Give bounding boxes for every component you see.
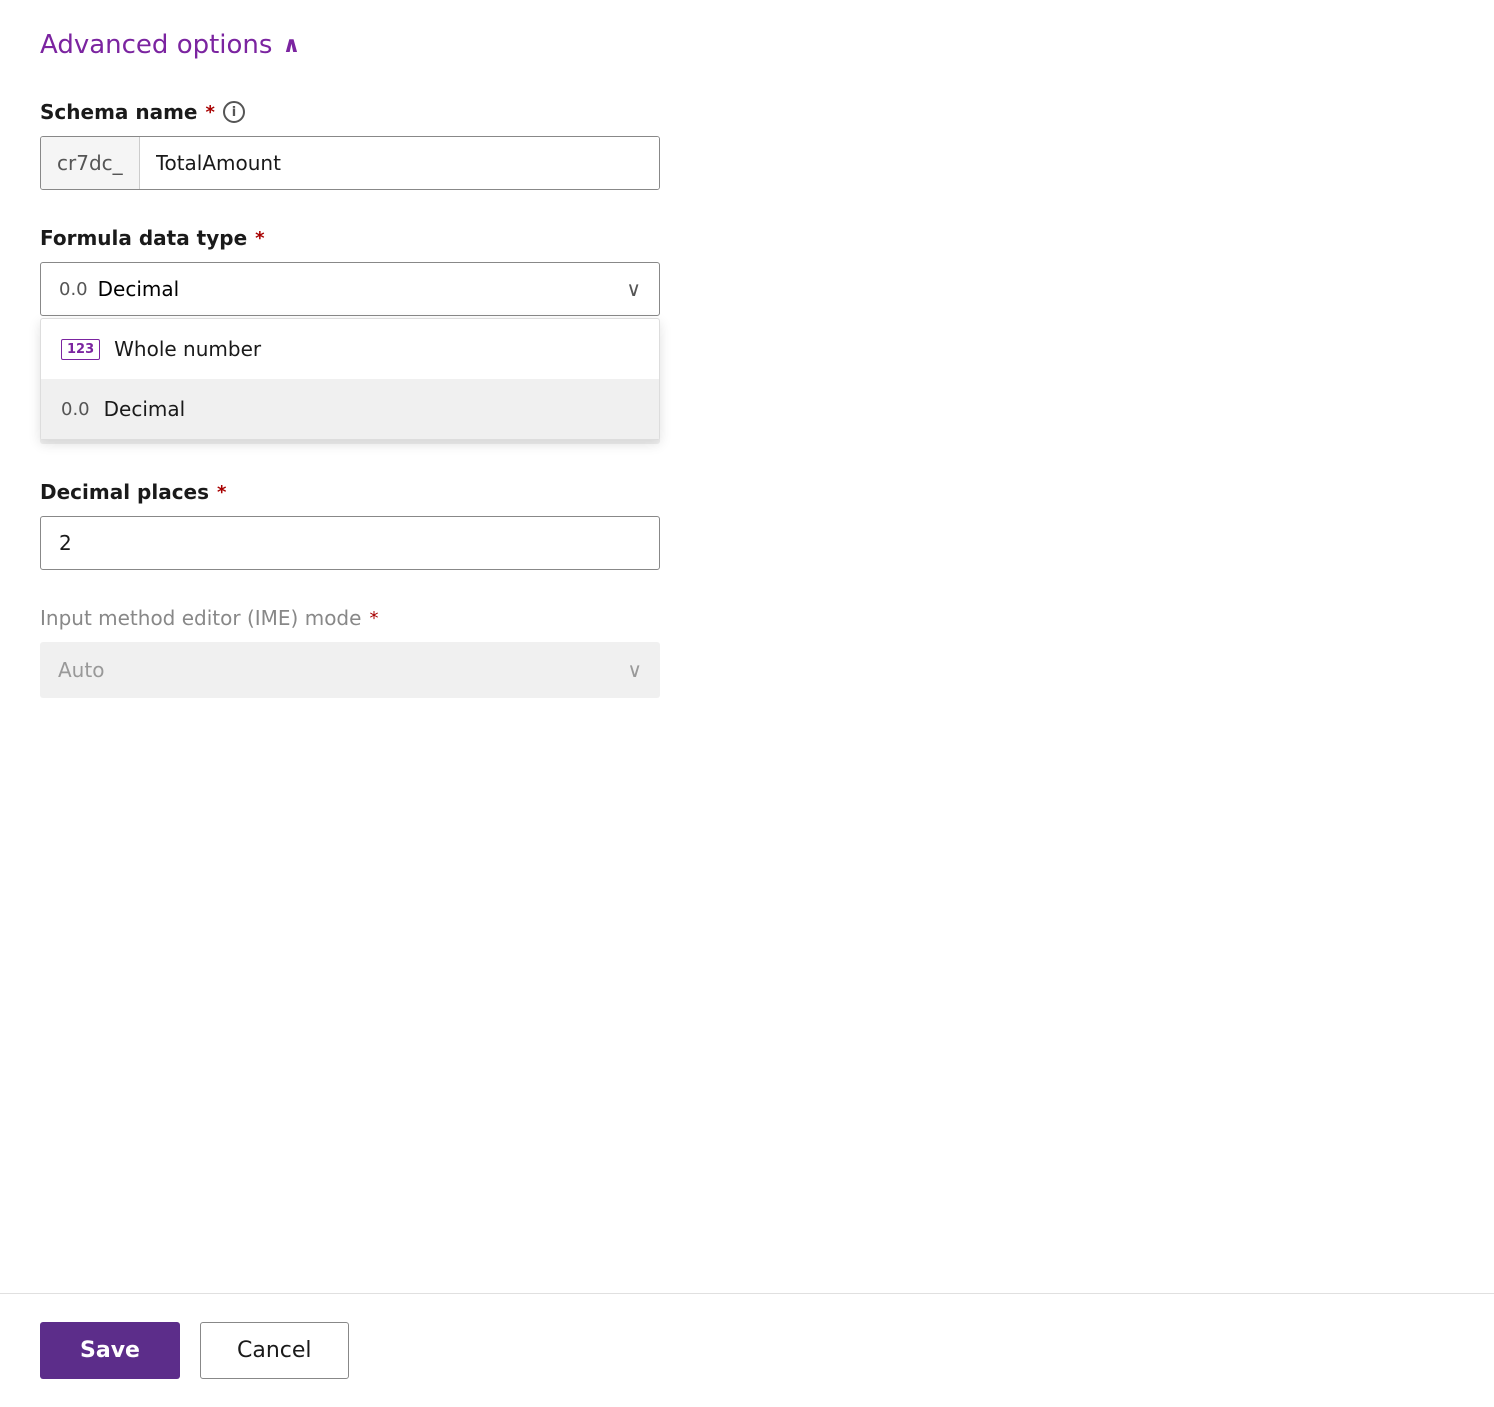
ime-mode-select[interactable]: Auto ∨	[40, 642, 660, 698]
save-button[interactable]: Save	[40, 1322, 180, 1379]
schema-name-label: Schema name * i	[40, 100, 810, 124]
required-indicator-formula: *	[255, 228, 264, 249]
decimal-icon: 0.0	[59, 279, 88, 300]
info-icon[interactable]: i	[223, 101, 245, 123]
ime-mode-group: Input method editor (IME) mode * Auto ∨	[40, 606, 810, 698]
whole-number-icon: 123	[61, 339, 100, 360]
required-indicator: *	[206, 102, 215, 123]
advanced-options-header[interactable]: Advanced options ∧	[40, 30, 810, 60]
formula-data-type-group: Formula data type * 0.0 Decimal ∨ 123 Wh…	[40, 226, 810, 316]
schema-name-input[interactable]	[140, 137, 659, 189]
formula-data-type-select[interactable]: 0.0 Decimal ∨	[40, 262, 660, 316]
decimal-label: Decimal	[104, 397, 186, 421]
selected-value-label: Decimal	[98, 277, 180, 301]
ime-dropdown-arrow-icon: ∨	[627, 658, 642, 682]
required-indicator-decimal: *	[217, 482, 226, 503]
ime-mode-label: Input method editor (IME) mode *	[40, 606, 810, 630]
formula-data-type-select-wrapper: 0.0 Decimal ∨ 123 Whole number 0.0 Decim…	[40, 262, 660, 316]
decimal-option-icon: 0.0	[61, 399, 90, 420]
dropdown-arrow-icon: ∨	[626, 277, 641, 301]
dropdown-item-whole-number[interactable]: 123 Whole number	[41, 319, 659, 379]
advanced-options-toggle-icon[interactable]: ∧	[282, 33, 300, 58]
schema-prefix: cr7dc_	[41, 137, 140, 189]
required-indicator-ime: *	[369, 608, 378, 629]
whole-number-label: Whole number	[114, 337, 261, 361]
advanced-options-title: Advanced options	[40, 30, 272, 60]
decimal-places-label: Decimal places *	[40, 480, 810, 504]
select-box-content: 0.0 Decimal	[59, 277, 179, 301]
dropdown-item-decimal[interactable]: 0.0 Decimal	[41, 379, 659, 439]
decimal-places-input[interactable]	[40, 516, 660, 570]
schema-name-input-wrapper: cr7dc_	[40, 136, 660, 190]
footer-bar: Save Cancel	[0, 1293, 1494, 1407]
cancel-button[interactable]: Cancel	[200, 1322, 349, 1379]
ime-mode-select-wrapper: Auto ∨	[40, 642, 660, 698]
decimal-places-group: Decimal places *	[40, 480, 810, 570]
formula-data-type-dropdown: 123 Whole number 0.0 Decimal	[40, 318, 660, 440]
schema-name-group: Schema name * i cr7dc_	[40, 100, 810, 190]
ime-mode-value: Auto	[58, 658, 104, 682]
formula-data-type-label: Formula data type *	[40, 226, 810, 250]
